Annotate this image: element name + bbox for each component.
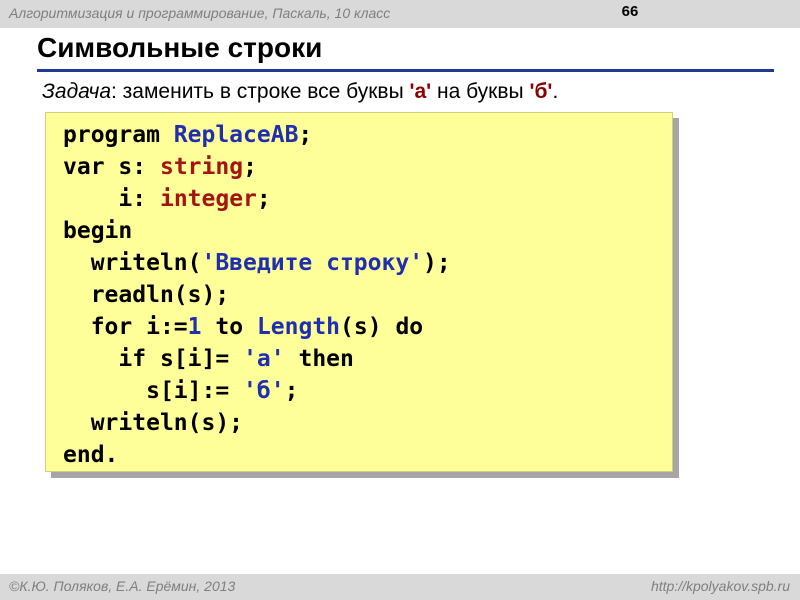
colon: : (132, 154, 147, 180)
code-line-program: program ReplaceAB; (63, 119, 312, 151)
code-line-for: for i:=1 to Length(s) do (63, 311, 423, 343)
type-integer: integer (159, 186, 257, 212)
condition-expr: s[i]= (159, 346, 230, 372)
slide-number: 66 (621, 3, 639, 20)
number-literal: 1 (187, 314, 202, 340)
code-line-begin: begin (63, 215, 132, 247)
keyword-if: if (118, 346, 147, 372)
keyword-to: to (215, 314, 244, 340)
closing-paren: ); (423, 250, 451, 276)
task-label: Задача (42, 80, 111, 103)
function-length: Length (256, 314, 341, 340)
call-writeln-s: writeln(s); (90, 410, 244, 436)
footer-authors: ©К.Ю. Поляков, Е.А. Ерёмин, 2013 (9, 578, 236, 594)
course-title: Алгоритмизация и программирование, Паска… (9, 5, 391, 21)
code-line-var-i: i: integer; (63, 183, 271, 215)
code-line-writeln-prompt: writeln('Введите строку'); (63, 247, 451, 279)
keyword-then: then (298, 346, 354, 372)
string-literal-b: 'б' (243, 378, 285, 404)
semicolon: ; (284, 378, 299, 404)
task-text-middle: на буквы (431, 80, 530, 103)
call-readln: readln(s); (90, 282, 230, 308)
task-statement: Задача: заменить в строке все буквы 'а' … (42, 80, 558, 104)
keyword-begin: begin (63, 218, 133, 244)
semicolon: ; (243, 154, 257, 180)
call-writeln: writeln( (90, 250, 202, 276)
code-line-if: if s[i]= 'а' then (63, 343, 354, 375)
keyword-do: do (395, 314, 424, 340)
code-line-readln: readln(s); (63, 279, 229, 311)
task-text-before: : заменить в строке все буквы (111, 80, 410, 103)
colon: : (132, 186, 147, 212)
semicolon: ; (298, 122, 313, 148)
title-underline (37, 69, 774, 72)
loop-var-assign: i:= (146, 314, 188, 340)
program-name: ReplaceAB (173, 122, 299, 148)
keyword-end: end. (63, 442, 119, 468)
length-args: (s) (340, 314, 382, 340)
footer-url[interactable]: http://kpolyakov.spb.ru (651, 578, 790, 594)
keyword-for: for (90, 314, 133, 340)
string-literal-prompt: 'Введите строку' (201, 250, 424, 276)
code-block: program ReplaceAB; var s: string; i: int… (45, 112, 673, 472)
type-string: string (159, 154, 244, 180)
slide-title: Символьные строки (37, 32, 323, 63)
identifier-i: i (118, 186, 133, 212)
identifier-s: s (118, 154, 133, 180)
header-bar: Алгоритмизация и программирование, Паска… (0, 0, 800, 28)
string-literal-a: 'а' (243, 346, 285, 372)
assignment-expr: s[i]:= (146, 378, 230, 404)
task-text-end: . (552, 80, 559, 103)
task-char-to: 'б' (529, 80, 553, 103)
code-line-writeln-s: writeln(s); (63, 407, 243, 439)
semicolon: ; (256, 186, 271, 212)
keyword-program: program (63, 122, 160, 148)
code-line-var: var s: string; (63, 151, 257, 183)
task-char-from: 'а' (409, 80, 432, 103)
footer-bar: ©К.Ю. Поляков, Е.А. Ерёмин, 2013 http://… (0, 574, 800, 600)
keyword-var: var (63, 154, 105, 180)
code-line-end: end. (63, 439, 118, 471)
code-line-assign: s[i]:= 'б'; (63, 375, 298, 407)
